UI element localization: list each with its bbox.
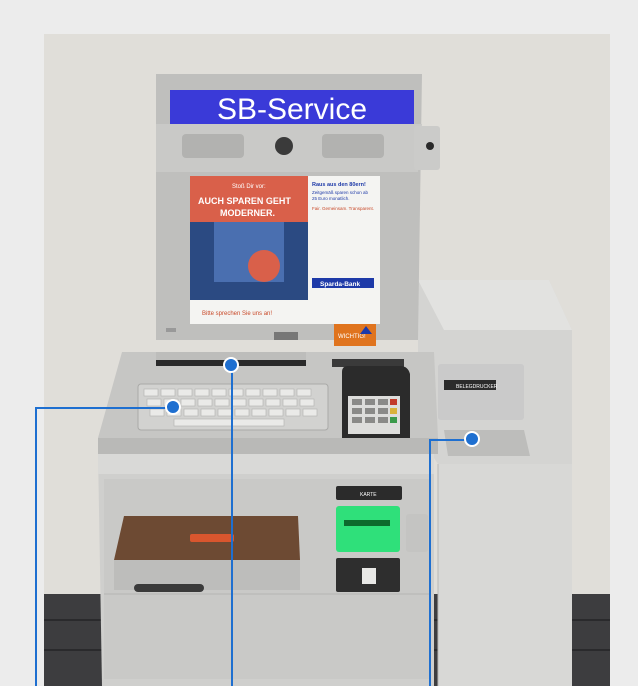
screen-side-text-3: Fair. Gemeinsam. Transparent.	[312, 206, 374, 211]
callout-dot-deposit-slot	[223, 357, 239, 373]
receipt-label: BELEGDRUCKER	[456, 384, 498, 390]
promo-headline-2: MODERNER.	[220, 208, 275, 218]
pin-pad	[342, 366, 410, 438]
screen-side-text-2: 25 Euro monatlich.	[312, 196, 350, 201]
callout-line-keyboard	[35, 407, 173, 409]
card-slot-glow	[336, 506, 400, 552]
wichtig-label: WICHTIG!	[338, 334, 366, 340]
promo-small-text: Stoß Dir vor:	[232, 184, 266, 190]
card-slot-label: KARTE	[360, 492, 377, 498]
callout-dot-keyboard	[165, 399, 181, 415]
callout-dot-receipt	[464, 431, 480, 447]
callout-line-receipt-vertical	[429, 439, 431, 686]
document-shelf	[114, 516, 300, 592]
bank-logo: Sparda-Bank	[320, 281, 360, 288]
sb-service-sign: SB-Service	[217, 93, 367, 126]
receipt-printer-unit: BELEGDRUCKER	[418, 280, 572, 686]
callout-line-slot-vertical	[231, 366, 233, 686]
callout-line-keyboard-vertical	[35, 407, 37, 686]
screen-side-text-1: Zeitgemäß sparen schon ab	[312, 190, 369, 195]
screen-side-title: Raus aus den 80ern!	[312, 182, 366, 188]
screen-footer-text: Bitte sprechen Sie uns an!	[202, 311, 272, 317]
kiosk-screen: Stoß Dir vor: AUCH SPAREN GEHT MODERNER.…	[190, 176, 380, 324]
promo-headline-1: AUCH SPAREN GEHT	[198, 196, 291, 206]
kiosk-photo: BELEGDRUCKER KARTE WICHTIG! SB-Service S…	[44, 34, 610, 686]
